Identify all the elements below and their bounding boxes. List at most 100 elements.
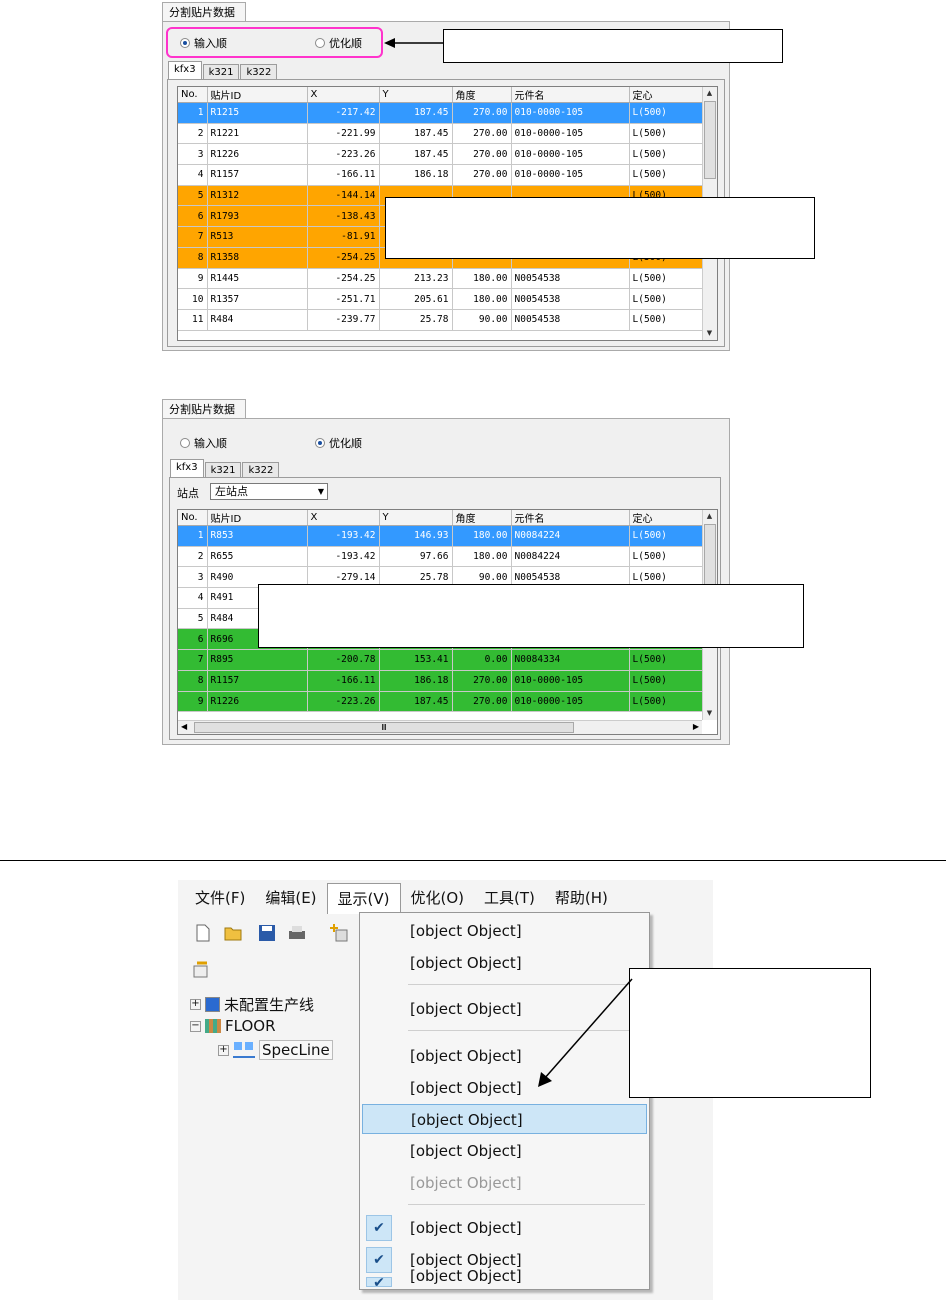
tab-kfx3[interactable]: kfx3 [170, 459, 204, 479]
col-angle[interactable]: 角度 [452, 87, 512, 103]
properties-icon[interactable] [192, 961, 210, 979]
table-row[interactable]: 4 R1157 -166.11 186.18 270.00 010-0000-105 L(5… [178, 164, 705, 186]
cell-centering: L(500) [629, 670, 705, 692]
radio-label: 优化顺 [329, 437, 362, 450]
cell-x: -200.78 [307, 649, 380, 671]
callout-box [629, 968, 871, 1098]
cell-x: -166.11 [307, 164, 380, 186]
col-part[interactable]: 元件名 [511, 510, 630, 526]
callout-box [258, 584, 804, 648]
table-row[interactable]: 8 R1157 -166.11 186.18 270.00 010-0000-105 L(5… [178, 670, 705, 692]
col-y[interactable]: Y [379, 87, 453, 103]
table-row[interactable]: 2 R1221 -221.99 187.45 270.00 010-0000-105 L(5… [178, 123, 705, 145]
add-item-icon[interactable] [330, 924, 348, 942]
col-centering[interactable]: 定心 [629, 87, 705, 103]
cell-id: R895 [207, 649, 308, 671]
scroll-down-icon[interactable]: ▼ [703, 327, 716, 340]
expand-icon[interactable]: + [190, 999, 201, 1010]
table-row[interactable]: 1 R853 -193.42 146.93 180.00 N0084224 L(500) [178, 525, 705, 547]
expand-icon[interactable]: + [218, 1044, 229, 1056]
tab-kfx3[interactable]: kfx3 [168, 61, 202, 81]
menu-item-line-browser[interactable]: [object Object] [360, 1213, 649, 1243]
col-id[interactable]: 贴片ID [207, 87, 308, 103]
new-file-icon[interactable] [194, 924, 212, 942]
menu-item-status-display[interactable]: [object Object] [360, 1136, 649, 1166]
menu-item-nozzle-distribution[interactable]: [object Object] [360, 948, 649, 978]
menu-optimize[interactable]: 优化(O) [401, 883, 475, 913]
section-divider [0, 860, 946, 861]
cell-id: R1793 [207, 205, 308, 228]
grid-hscroll[interactable]: ◀ Ⅲ ▶ [178, 720, 702, 734]
cell-id: R484 [207, 309, 308, 331]
scroll-thumb[interactable] [704, 101, 716, 179]
collapse-icon[interactable]: − [190, 1020, 201, 1032]
menu-item-statusbar[interactable]: [object Object] [360, 1261, 649, 1291]
col-part[interactable]: 元件名 [511, 87, 630, 103]
cell-id: R1357 [207, 288, 308, 310]
radio-dot-icon [315, 438, 325, 448]
save-icon[interactable] [258, 924, 276, 942]
cell-x: -223.26 [307, 143, 380, 166]
panel1-title-tab[interactable]: 分割贴片数据 [162, 2, 246, 22]
col-x[interactable]: X [307, 87, 380, 103]
cell-y: 213.23 [379, 268, 453, 290]
col-angle[interactable]: 角度 [452, 510, 512, 526]
station-select[interactable]: 左站点 ▼ [210, 483, 328, 500]
radio-optimized-order[interactable]: 优化顺 [315, 435, 362, 451]
cell-centering: L(500) [629, 649, 705, 671]
radio-optimized-order[interactable]: 优化顺 [315, 35, 362, 51]
col-no[interactable]: No. [178, 510, 208, 526]
cell-angle: 270.00 [452, 143, 512, 166]
scroll-down-icon[interactable]: ▼ [703, 707, 716, 720]
cell-no: 6 [178, 628, 208, 651]
table-row[interactable]: 10 R1357 -251.71 205.61 180.00 N0054538 L(500) [178, 288, 705, 310]
cell-no: 4 [178, 164, 208, 186]
line-icon [205, 997, 220, 1012]
cell-y: 153.41 [379, 649, 453, 671]
table-row[interactable]: 2 R655 -193.42 97.66 180.00 N0084224 L(500) [178, 546, 705, 568]
scroll-up-icon[interactable]: ▲ [703, 510, 716, 523]
scroll-left-icon[interactable]: ◀ [181, 722, 187, 731]
col-id[interactable]: 贴片ID [207, 510, 308, 526]
radio-input-order[interactable]: 输入顺 [180, 435, 227, 451]
table-row[interactable]: 3 R1226 -223.26 187.45 270.00 010-0000-105 L(5… [178, 143, 705, 166]
cell-angle: 270.00 [452, 164, 512, 186]
menu-view[interactable]: 显示(V) [326, 882, 401, 914]
menu-file[interactable]: 文件(F) [185, 883, 255, 913]
open-folder-icon[interactable] [224, 924, 242, 942]
menu-item-consistency-check[interactable]: [object Object] [360, 1168, 649, 1198]
print-icon[interactable] [288, 924, 306, 942]
scroll-thumb[interactable]: Ⅲ [194, 722, 574, 733]
radio-input-order[interactable]: 输入顺 [180, 35, 227, 51]
cell-id: R1445 [207, 268, 308, 290]
table-row[interactable]: 7 R895 -200.78 153.41 0.00 N0084334 L(500) [178, 649, 705, 671]
scroll-up-icon[interactable]: ▲ [703, 87, 716, 100]
table-row[interactable]: 11 R484 -239.77 25.78 90.00 N0054538 L(500) [178, 309, 705, 331]
col-x[interactable]: X [307, 510, 380, 526]
tree-item-specline[interactable]: + SpecLine [218, 1040, 333, 1060]
cell-angle: 270.00 [452, 691, 512, 713]
menu-tools[interactable]: 工具(T) [474, 883, 545, 913]
cell-no: 10 [178, 288, 208, 310]
cell-no: 11 [178, 309, 208, 331]
tree-item-floor[interactable]: − FLOOR [190, 1017, 276, 1035]
tree-item-unconfigured[interactable]: + 未配置生产线 [190, 994, 314, 1015]
scroll-right-icon[interactable]: ▶ [693, 722, 699, 731]
menu-item-feeder-setup-info[interactable]: [object Object] [362, 1104, 647, 1134]
grid-header: No. 贴片ID X Y 角度 元件名 定心 [178, 87, 705, 103]
cell-part: N0084334 [511, 649, 630, 671]
cell-centering: L(500) [629, 102, 705, 124]
menu-help[interactable]: 帮助(H) [545, 883, 618, 913]
table-row[interactable]: 1 R1215 -217.42 187.45 270.00 010-0000-105 L(5… [178, 102, 705, 124]
panel2-title-tab[interactable]: 分割贴片数据 [162, 399, 246, 419]
col-y[interactable]: Y [379, 510, 453, 526]
table-row[interactable]: 9 R1226 -223.26 187.45 270.00 010-0000-105 L(5… [178, 691, 705, 713]
cell-x: -221.99 [307, 123, 380, 145]
menu-item-feeder-distribution[interactable]: [object Object] [360, 916, 649, 946]
col-centering[interactable]: 定心 [629, 510, 705, 526]
cell-id: R853 [207, 525, 308, 547]
table-row[interactable]: 9 R1445 -254.25 213.23 180.00 N0054538 L(500) [178, 268, 705, 290]
col-no[interactable]: No. [178, 87, 208, 103]
cell-part: 010-0000-105 [511, 102, 630, 124]
menu-edit[interactable]: 编辑(E) [255, 883, 326, 913]
